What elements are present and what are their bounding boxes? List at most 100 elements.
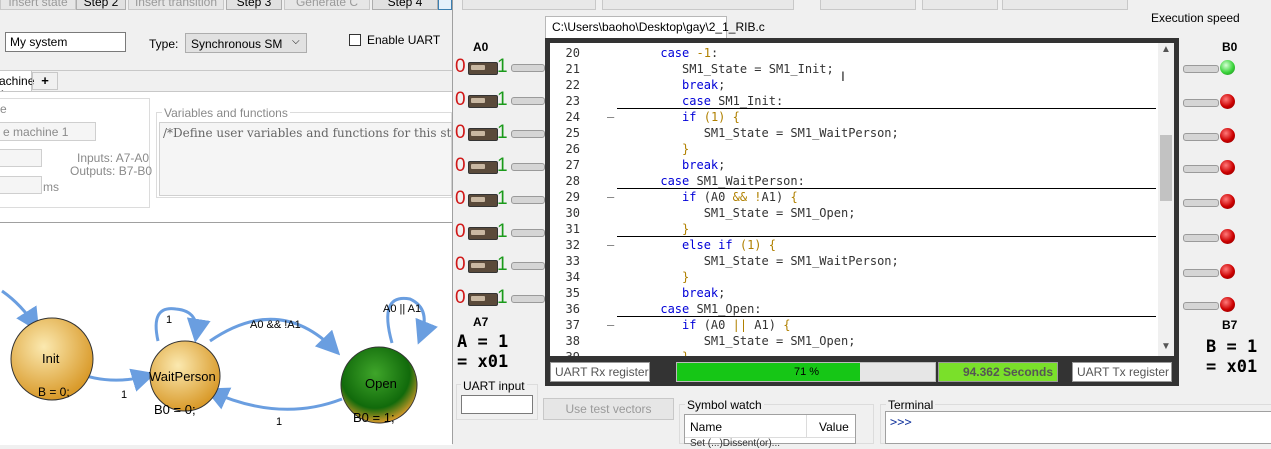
- step4-button-edge[interactable]: [438, 0, 452, 10]
- scroll-up-icon[interactable]: ▲: [1161, 44, 1171, 55]
- code-viewer[interactable]: 20 case -1: 21 SM1_State = SM1_Init; 22 br…: [550, 43, 1158, 356]
- transition-label: 1: [166, 314, 173, 326]
- insert-transition-button[interactable]: Insert transition: [128, 0, 224, 10]
- uart-input-field[interactable]: [461, 395, 533, 414]
- transition-label: A0 || A1: [383, 303, 422, 315]
- sim-toolbar-button[interactable]: [462, 0, 596, 10]
- code-line: 27 break;: [550, 157, 1158, 173]
- fold-marker-icon[interactable]: –: [607, 317, 614, 333]
- transition-label: A0 && !A1: [250, 319, 301, 331]
- code-text: if (A0 && !A1) {: [682, 190, 798, 204]
- code-line: 37 – if (A0 || A1) {: [550, 317, 1158, 333]
- code-line: 23 case SM1_Init:: [550, 93, 1158, 109]
- state-diagram-canvas[interactable]: Init B = 0; WaitPerson B0 = 0; Open B0 =…: [0, 222, 452, 445]
- file-tab[interactable]: C:\Users\baoho\Desktop\gay\2_1_RIB.c: [545, 16, 765, 38]
- symbol-watch-table[interactable]: Name Value Set (...)Dissent(or)...: [684, 414, 856, 449]
- output-led-b1: [1183, 92, 1243, 114]
- scroll-down-icon[interactable]: ▼: [1161, 341, 1171, 352]
- code-text: break;: [682, 158, 726, 172]
- code-line: 29 – if (A0 && !A1) {: [550, 189, 1158, 205]
- uart-input-label: UART input: [461, 379, 527, 393]
- b-hex-display: = x01: [1206, 357, 1258, 377]
- line-number: 39: [550, 349, 580, 356]
- enable-uart-checkbox[interactable]: [349, 34, 361, 46]
- output-led-b0: [1183, 58, 1243, 80]
- sim-toolbar-button[interactable]: [922, 0, 998, 10]
- inputs-label: Inputs: A7-A0: [77, 151, 150, 165]
- line-number: 30: [565, 206, 580, 220]
- input-switch-a3[interactable]: 01: [455, 155, 545, 177]
- ms-label: ms: [43, 180, 59, 194]
- add-tab-button[interactable]: +: [32, 72, 58, 90]
- code-line: 32 – else if (1) {: [550, 237, 1158, 253]
- sm-input-range[interactable]: [0, 149, 42, 167]
- code-line: 21 SM1_State = SM1_Init;: [550, 61, 1158, 77]
- elapsed-seconds: 94.362 Seconds: [938, 362, 1058, 382]
- waitperson-self-loop: [154, 307, 211, 343]
- b0-label: B0: [1222, 40, 1238, 54]
- input-switch-a2[interactable]: 01: [455, 122, 545, 144]
- insert-state-button[interactable]: Insert state: [0, 0, 76, 10]
- sm-name-input[interactable]: e machine 1: [0, 122, 96, 141]
- column-divider: [806, 415, 807, 437]
- speed-progress-label: 71 %: [794, 366, 820, 378]
- text-cursor-icon: I: [841, 68, 845, 84]
- a-hex-display: = x01: [457, 352, 509, 372]
- input-switch-a4[interactable]: 01: [455, 188, 545, 210]
- output-led-b6: [1183, 262, 1243, 284]
- code-text: case SM1_Init:: [682, 94, 784, 108]
- code-line: 30 SM1_State = SM1_Open;: [550, 205, 1158, 221]
- step2-label: Step 2: [76, 0, 126, 10]
- generate-c-button[interactable]: Generate C: [284, 0, 370, 10]
- type-select[interactable]: Synchronous SM ⌵: [185, 33, 307, 53]
- variables-label: Variables and functions: [162, 106, 290, 120]
- code-text: SM1_State = SM1_WaitPerson;: [617, 254, 899, 268]
- uart-tx-register: UART Tx register: [1072, 362, 1172, 382]
- b-value-display: B = 1: [1206, 337, 1258, 357]
- code-text: if (A0 || A1) {: [682, 318, 791, 332]
- column-value-header[interactable]: Value: [819, 420, 849, 434]
- line-number: 35: [565, 286, 580, 300]
- step3-label: Step 3: [226, 0, 282, 10]
- code-line: 26 }: [550, 141, 1158, 157]
- period-input[interactable]: [0, 176, 42, 194]
- input-switch-a0[interactable]: 01: [455, 56, 545, 78]
- state-init-label: Init: [42, 351, 60, 366]
- code-line: 20 case -1:: [550, 45, 1158, 61]
- sim-toolbar-button[interactable]: [602, 0, 794, 10]
- input-switch-a5[interactable]: 01: [455, 221, 545, 243]
- type-select-value: Synchronous SM: [191, 37, 283, 51]
- code-line: 33 SM1_State = SM1_WaitPerson;: [550, 253, 1158, 269]
- a7-label: A7: [473, 315, 489, 329]
- line-number: 20: [565, 46, 580, 60]
- code-line: 28 case SM1_WaitPerson:: [550, 173, 1158, 189]
- tab-state-machine-1[interactable]: achine 1: [0, 70, 34, 102]
- code-line: 34 }: [550, 269, 1158, 285]
- input-switch-a1[interactable]: 01: [455, 89, 545, 111]
- sim-toolbar-button[interactable]: [1002, 0, 1128, 10]
- line-number: 21: [565, 62, 580, 76]
- input-switch-a6[interactable]: 01: [455, 254, 545, 276]
- symbol-watch-label: Symbol watch: [685, 398, 764, 412]
- fold-marker-icon[interactable]: –: [607, 189, 614, 205]
- code-scrollbar-thumb[interactable]: [1160, 135, 1172, 201]
- terminal-output[interactable]: >>>: [885, 411, 1271, 444]
- code-text: SM1_State = SM1_WaitPerson;: [617, 126, 899, 140]
- fold-marker-icon[interactable]: –: [607, 109, 614, 125]
- sm-props-label: e: [0, 102, 7, 116]
- line-number: 23: [565, 94, 580, 108]
- uart-rx-register: UART Rx register: [550, 362, 650, 382]
- code-text: }: [617, 349, 689, 356]
- column-name-header[interactable]: Name: [690, 420, 722, 434]
- code-line: 39 }: [550, 349, 1158, 356]
- input-switch-a7[interactable]: 01: [455, 287, 545, 309]
- variables-textarea[interactable]: /*Define user variables and functions fo…: [159, 122, 452, 196]
- use-test-vectors-button[interactable]: Use test vectors: [543, 398, 674, 420]
- fold-marker-icon[interactable]: –: [607, 237, 614, 253]
- state-open-label: Open: [365, 376, 397, 391]
- line-number: 28: [565, 174, 580, 188]
- output-led-b7: [1183, 295, 1243, 317]
- system-name-input[interactable]: My system: [5, 32, 126, 52]
- sim-toolbar-button[interactable]: [820, 0, 916, 10]
- code-text: if (1) {: [682, 110, 740, 124]
